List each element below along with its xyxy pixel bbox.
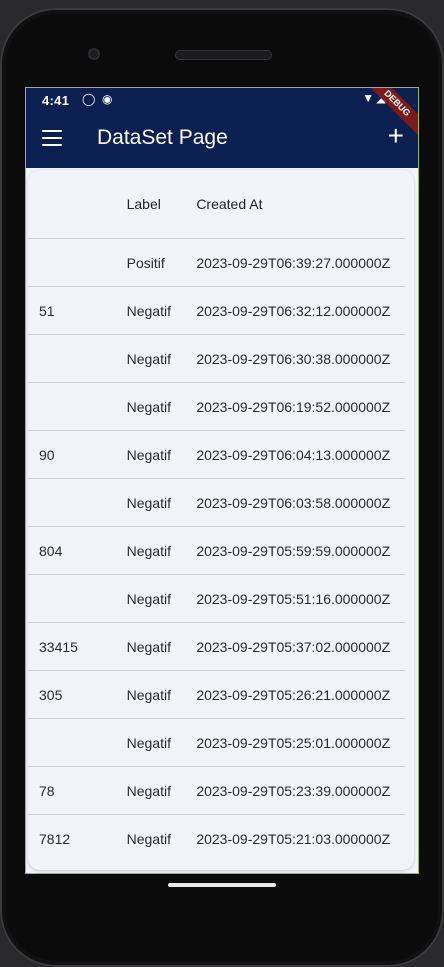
menu-icon[interactable] bbox=[42, 130, 62, 146]
cell-label: Negatif bbox=[126, 670, 197, 719]
home-gesture-bar[interactable] bbox=[168, 883, 276, 887]
cell-label: Negatif bbox=[126, 286, 197, 335]
cell-text: 90 bbox=[28, 430, 127, 479]
cell-text bbox=[28, 574, 127, 623]
cell-text: 33415 bbox=[28, 622, 127, 671]
cell-label: Negatif bbox=[126, 814, 197, 862]
table-row[interactable]: 7812 Negatif 2023-09-29T05:21:03.000000Z bbox=[28, 814, 405, 862]
cell-text: 78 bbox=[28, 766, 127, 815]
table-header-row: Label Created At bbox=[28, 170, 405, 239]
table-row[interactable]: Negatif 2023-09-29T06:19:52.000000Z bbox=[28, 382, 405, 431]
cell-label: Negatif bbox=[126, 622, 197, 671]
header-text bbox=[28, 170, 127, 239]
dataset-table: Label Created At Positif 2023-09-29T06:39… bbox=[28, 170, 405, 862]
cell-label: Negatif bbox=[126, 766, 197, 815]
cell-created-at: 2023-09-29T05:21:03.000000Z bbox=[196, 814, 405, 862]
status-time: 4:41 bbox=[42, 93, 70, 108]
cell-text: 804 bbox=[28, 526, 127, 575]
cell-text: 7812 bbox=[28, 814, 127, 862]
cell-label: Negatif bbox=[126, 574, 197, 623]
page-title: DataSet Page bbox=[97, 126, 228, 149]
cell-text bbox=[28, 478, 127, 527]
cell-label: Negatif bbox=[126, 430, 197, 479]
app-bar: DataSet Page + bbox=[26, 112, 418, 168]
dataset-table-card: Label Created At Positif 2023-09-29T06:39… bbox=[28, 170, 414, 870]
cell-text: 51 bbox=[28, 286, 127, 335]
table-row[interactable]: Positif 2023-09-29T06:39:27.000000Z bbox=[28, 238, 405, 287]
cell-created-at: 2023-09-29T05:25:01.000000Z bbox=[196, 718, 405, 767]
cell-created-at: 2023-09-29T05:26:21.000000Z bbox=[196, 670, 405, 719]
cell-created-at: 2023-09-29T06:30:38.000000Z bbox=[196, 334, 405, 383]
cell-created-at: 2023-09-29T05:59:59.000000Z bbox=[196, 526, 405, 575]
status-sync-icon: ◉ bbox=[102, 92, 113, 106]
cell-created-at: 2023-09-29T06:39:27.000000Z bbox=[196, 238, 405, 287]
table-row[interactable]: Negatif 2023-09-29T05:25:01.000000Z bbox=[28, 718, 405, 767]
table-row[interactable]: 33415 Negatif 2023-09-29T05:37:02.000000Z bbox=[28, 622, 405, 671]
table-row[interactable]: Negatif 2023-09-29T06:30:38.000000Z bbox=[28, 334, 405, 383]
cell-label: Positif bbox=[126, 238, 197, 287]
speaker bbox=[175, 50, 272, 60]
cell-text bbox=[28, 334, 127, 383]
cell-text bbox=[28, 238, 127, 287]
camera bbox=[88, 48, 100, 60]
cell-created-at: 2023-09-29T06:03:58.000000Z bbox=[196, 478, 405, 527]
status-notification-icon: ◯ bbox=[82, 92, 96, 106]
table-row[interactable]: Negatif 2023-09-29T05:51:16.000000Z bbox=[28, 574, 405, 623]
cell-text bbox=[28, 382, 127, 431]
app-screen: 4:41 ◯ ◉ ▼◢▮ DataSet Page + DEBUG Label … bbox=[25, 87, 419, 874]
cell-label: Negatif bbox=[126, 382, 197, 431]
cell-created-at: 2023-09-29T05:37:02.000000Z bbox=[196, 622, 405, 671]
cell-created-at: 2023-09-29T06:04:13.000000Z bbox=[196, 430, 405, 479]
table-row[interactable]: 78 Negatif 2023-09-29T05:23:39.000000Z bbox=[28, 766, 405, 815]
cell-text: 305 bbox=[28, 670, 127, 719]
table-row[interactable]: 51 Negatif 2023-09-29T06:32:12.000000Z bbox=[28, 286, 405, 335]
table-row[interactable]: 804 Negatif 2023-09-29T05:59:59.000000Z bbox=[28, 526, 405, 575]
header-created-at: Created At bbox=[196, 196, 263, 212]
add-icon[interactable]: + bbox=[388, 122, 404, 150]
cell-label: Negatif bbox=[126, 478, 197, 527]
table-row[interactable]: 305 Negatif 2023-09-29T05:26:21.000000Z bbox=[28, 670, 405, 719]
cell-label: Negatif bbox=[126, 334, 197, 383]
table-row[interactable]: Negatif 2023-09-29T06:03:58.000000Z bbox=[28, 478, 405, 527]
cell-created-at: 2023-09-29T06:32:12.000000Z bbox=[196, 286, 405, 335]
cell-created-at: 2023-09-29T05:51:16.000000Z bbox=[196, 574, 405, 623]
cell-created-at: 2023-09-29T05:23:39.000000Z bbox=[196, 766, 405, 815]
table-row[interactable]: 90 Negatif 2023-09-29T06:04:13.000000Z bbox=[28, 430, 405, 479]
cell-label: Negatif bbox=[126, 526, 197, 575]
status-bar: 4:41 ◯ ◉ ▼◢▮ bbox=[26, 88, 418, 112]
cell-created-at: 2023-09-29T06:19:52.000000Z bbox=[196, 382, 405, 431]
cell-label: Negatif bbox=[126, 718, 197, 767]
cell-text bbox=[28, 718, 127, 767]
header-label: Label bbox=[126, 196, 161, 212]
